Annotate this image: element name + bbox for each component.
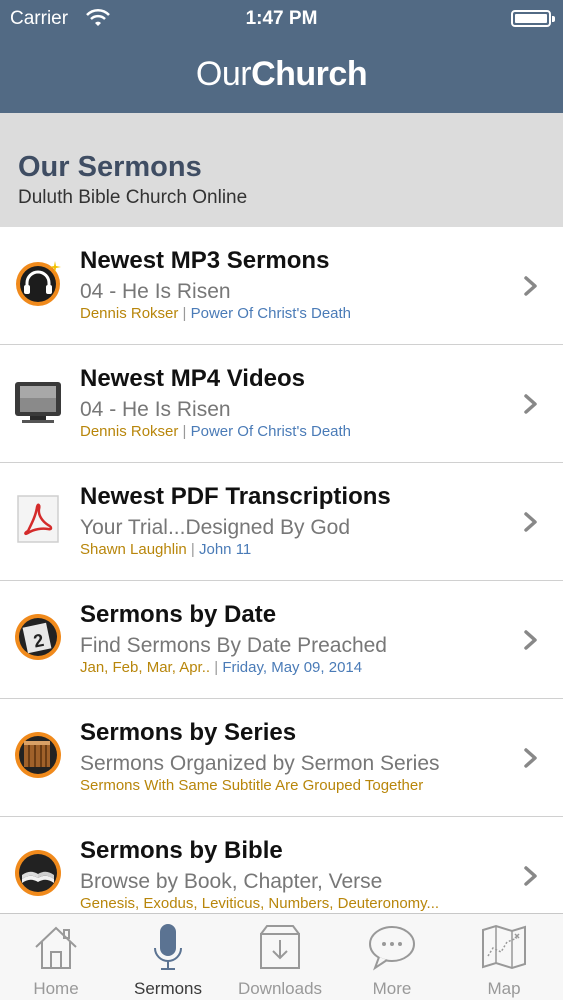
row-subtitle: Browse by Book, Chapter, Verse — [80, 870, 383, 893]
microphone-icon — [154, 924, 182, 970]
row-meta-author: Dennis Rokser — [80, 423, 179, 440]
tab-map[interactable]: Map — [448, 914, 560, 1000]
tab-label: Downloads — [237, 979, 323, 998]
row-subtitle: Find Sermons By Date Preached — [80, 634, 387, 657]
row-title: Newest MP3 Sermons — [80, 247, 330, 274]
row-title: Newest MP4 Videos — [80, 365, 305, 392]
row-meta-books: Genesis, Exodus, Leviticus, Numbers, Deu… — [80, 895, 440, 912]
chevron-right-icon — [524, 630, 537, 650]
row-title: Sermons by Date — [80, 601, 277, 628]
row-meta: Jan, Feb, Mar, Apr.. | Friday, May 09, 2… — [80, 659, 362, 676]
tab-label: More — [372, 979, 412, 998]
row-meta-separator: | — [178, 423, 191, 440]
sermon-menu-list: Newest MP3 Sermons 04 - He Is Risen Denn… — [0, 227, 563, 935]
row-meta: Dennis Rokser | Power Of Christ's Death — [80, 423, 351, 440]
download-icon — [260, 925, 300, 969]
tab-home[interactable]: Home — [0, 914, 112, 1000]
headphones-icon — [16, 261, 61, 306]
navigation-bar: Carrier 1:47 PM OurChurch — [0, 0, 563, 113]
chevron-right-icon — [524, 394, 537, 414]
app-title-bold: Church — [251, 55, 368, 93]
row-subtitle: 04 - He Is Risen — [80, 280, 231, 303]
app-title: OurChurch — [0, 55, 563, 94]
list-item-newest-mp3[interactable]: Newest MP3 Sermons 04 - He Is Risen Denn… — [0, 227, 563, 345]
tab-downloads[interactable]: Downloads — [224, 914, 336, 1000]
tab-more[interactable]: More — [336, 914, 448, 1000]
list-item-by-date[interactable]: 2 Sermons by Date Find Sermons By Date P… — [0, 581, 563, 699]
monitor-icon — [15, 382, 61, 423]
row-meta-separator: | — [178, 305, 191, 322]
home-icon — [35, 926, 77, 969]
row-meta-separator: | — [186, 541, 199, 558]
bible-icon — [15, 850, 61, 896]
row-meta-note: Sermons With Same Subtitle Are Grouped T… — [80, 777, 424, 794]
row-title: Sermons by Bible — [80, 837, 283, 864]
row-subtitle: Sermons Organized by Sermon Series — [80, 752, 440, 775]
row-title: Newest PDF Transcriptions — [80, 483, 391, 510]
chat-bubble-icon — [369, 926, 415, 971]
row-meta-author: Dennis Rokser — [80, 305, 179, 322]
page-title: Our Sermons — [18, 151, 202, 183]
chevron-right-icon — [524, 276, 537, 296]
row-meta-date: Friday, May 09, 2014 — [222, 659, 363, 676]
chevron-right-icon — [524, 866, 537, 886]
chevron-right-icon — [524, 512, 537, 532]
row-meta-series: Power Of Christ's Death — [190, 305, 352, 322]
map-icon — [482, 924, 526, 970]
row-meta-author: Shawn Laughlin — [80, 541, 187, 558]
tab-label: Home — [33, 979, 79, 998]
row-meta: Genesis, Exodus, Leviticus, Numbers, Deu… — [80, 895, 439, 912]
row-meta-separator: | — [210, 659, 223, 676]
row-meta: Dennis Rokser | Power Of Christ's Death — [80, 305, 351, 322]
row-subtitle: 04 - He Is Risen — [80, 398, 231, 421]
row-meta: Sermons With Same Subtitle Are Grouped T… — [80, 777, 423, 794]
tab-label: Map — [487, 979, 521, 998]
chevron-right-icon — [524, 748, 537, 768]
pdf-icon — [17, 495, 59, 543]
list-item-newest-mp4[interactable]: Newest MP4 Videos 04 - He Is Risen Denni… — [0, 345, 563, 463]
status-time: 1:47 PM — [245, 8, 318, 29]
row-meta-months: Jan, Feb, Mar, Apr.. — [80, 659, 211, 676]
list-item-newest-pdf[interactable]: Newest PDF Transcriptions Your Trial...D… — [0, 463, 563, 581]
row-meta-series: Power Of Christ's Death — [190, 423, 352, 440]
row-meta-series: John 11 — [199, 541, 252, 558]
row-subtitle: Your Trial...Designed By God — [80, 516, 351, 539]
tab-bar: Home Sermons Downloads More Map — [0, 913, 563, 1000]
row-title: Sermons by Series — [80, 719, 297, 746]
books-icon — [15, 732, 61, 778]
tab-label: Sermons — [133, 979, 203, 998]
app-title-light: Our — [195, 55, 252, 93]
page-subtitle: Duluth Bible Church Online — [18, 187, 248, 208]
section-header: Our Sermons Duluth Bible Church Online — [0, 113, 563, 227]
battery-icon — [511, 10, 555, 27]
tab-sermons[interactable]: Sermons — [112, 914, 224, 1000]
row-meta: Shawn Laughlin | John 11 — [80, 541, 251, 558]
status-bar: Carrier 1:47 PM — [0, 6, 563, 32]
calendar-icon: 2 — [15, 614, 61, 660]
list-item-by-series[interactable]: Sermons by Series Sermons Organized by S… — [0, 699, 563, 817]
